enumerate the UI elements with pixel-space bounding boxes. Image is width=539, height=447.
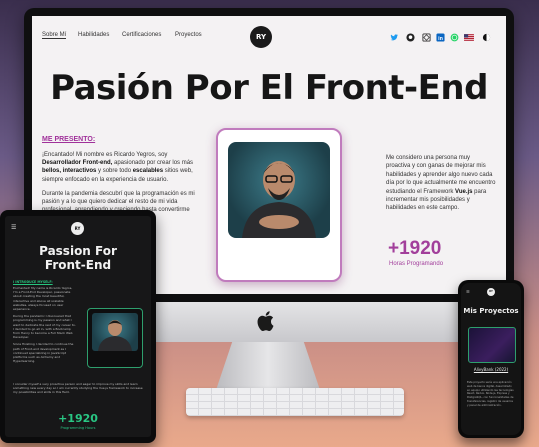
twitter-icon[interactable] bbox=[390, 33, 399, 42]
tablet-profile-photo bbox=[87, 308, 143, 368]
tablet-hours-stat-label: Programming Hours bbox=[60, 426, 96, 430]
phone-device: ☰ RY Mis Proyectos AlivyBank (2022) Este… bbox=[458, 280, 524, 438]
hours-stat-value: +1920 bbox=[388, 238, 442, 259]
site-logo[interactable]: RY bbox=[250, 26, 272, 48]
phone-site: ☰ RY Mis Proyectos AlivyBank (2022) Este… bbox=[461, 283, 521, 435]
nav-item-proyectos[interactable]: Proyectos bbox=[175, 32, 202, 38]
theme-toggle-icon[interactable] bbox=[482, 33, 491, 42]
codepen-icon[interactable] bbox=[422, 33, 431, 42]
tablet-logo[interactable]: RY bbox=[71, 222, 84, 235]
tablet-hours-stat-value: +1920 bbox=[58, 412, 98, 425]
phone-hamburger-icon[interactable]: ☰ bbox=[466, 289, 470, 294]
nav-item-sobre-mi[interactable]: Sobre Mí bbox=[42, 32, 67, 39]
apple-logo-icon bbox=[257, 311, 274, 332]
phone-logo[interactable]: RY bbox=[487, 288, 495, 296]
tablet-site: ☰ RY Passion For Front-End I INTRODUCE M… bbox=[5, 216, 151, 437]
project-description: Este proyecto sería una aplicación web d… bbox=[467, 381, 514, 407]
about-text-right: Me considero una persona muy proactiva y… bbox=[386, 155, 496, 212]
project-card-image[interactable] bbox=[468, 327, 516, 363]
tablet-device: ☰ RY Passion For Front-End I INTRODUCE M… bbox=[0, 210, 156, 443]
keyboard bbox=[186, 388, 404, 416]
svg-text:in: in bbox=[438, 36, 443, 42]
phone-projects-title: Mis Proyectos bbox=[463, 307, 519, 315]
github-icon[interactable] bbox=[406, 33, 415, 42]
nav-item-certificaciones[interactable]: Certificaciones bbox=[122, 32, 161, 38]
hours-stat-label: Horas Programando bbox=[389, 261, 444, 267]
tablet-about-label: I INTRODUCE MYSELF: bbox=[13, 280, 53, 284]
whatsapp-icon[interactable] bbox=[450, 33, 459, 42]
about-label: ME PRESENTO: bbox=[42, 136, 96, 143]
project-card-name[interactable]: AlivyBank (2022) bbox=[461, 367, 521, 372]
tablet-about-paragraph: I consider myself a very proactive perso… bbox=[13, 382, 143, 395]
tablet-hero-title: Passion For Front-End bbox=[39, 244, 117, 272]
profile-photo-card bbox=[216, 128, 342, 282]
profile-photo bbox=[228, 142, 330, 238]
hamburger-menu-icon[interactable]: ☰ bbox=[11, 224, 16, 231]
linkedin-icon[interactable]: in bbox=[436, 33, 445, 42]
hero-title: Pasión Por El Front-End bbox=[50, 68, 488, 108]
tablet-about-text: Enchanted! My name is Ricardo Yegros, I'… bbox=[13, 286, 76, 364]
language-flag-icon[interactable] bbox=[464, 33, 474, 42]
nav-item-habilidades[interactable]: Habilidades bbox=[78, 32, 109, 38]
